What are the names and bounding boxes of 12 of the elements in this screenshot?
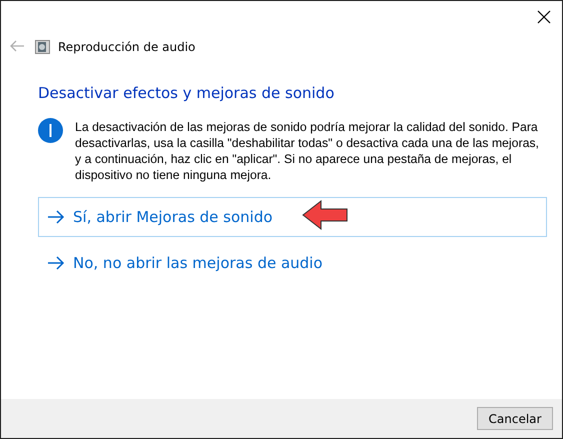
window-title: Reproducción de audio — [58, 40, 196, 54]
option-link[interactable]: Sí, abrir Mejoras de sonido — [38, 197, 547, 237]
speaker-device-icon — [35, 40, 50, 54]
annotation-arrow-icon — [301, 199, 349, 231]
cancel-button[interactable]: Cancelar — [477, 407, 553, 430]
close-icon — [537, 10, 551, 24]
option-link[interactable]: No, no abrir las mejoras de audio — [38, 243, 547, 283]
arrow-right-icon — [47, 210, 65, 224]
info-text: La desactivación de las mejoras de sonido podría mejorar la calidad del sonido. Para desactivarlas, usa la casilla "deshabilitar todas" o desactiva cada una de las mejoras, y a continuación, haz clic en "aplicar". Si no aparece una pestaña de mejoras, el dispositivo no tiene ninguna mejora. — [75, 119, 540, 183]
page-heading: Desactivar efectos y mejoras de sonido — [38, 84, 336, 102]
info-icon — [38, 118, 63, 143]
arrow-right-icon — [47, 256, 65, 270]
